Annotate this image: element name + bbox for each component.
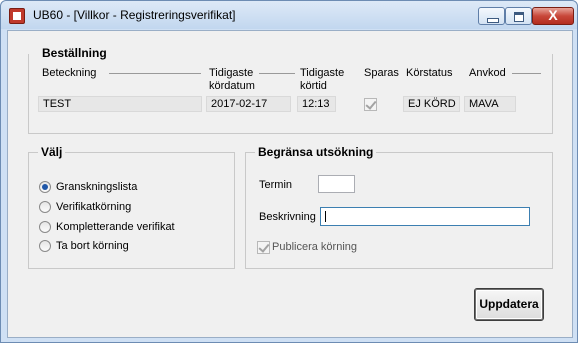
term-input[interactable]	[318, 175, 355, 193]
saved-checkbox	[364, 98, 377, 111]
radio-button[interactable]	[39, 181, 51, 193]
designation-field: TEST	[38, 96, 202, 112]
order-group-title: Beställning	[42, 46, 107, 60]
option-label: Kompletterande verifikat	[56, 221, 175, 233]
header-divider	[259, 73, 295, 74]
earliest-time-header-line2: körtid	[300, 80, 327, 92]
update-button[interactable]: Uppdatera	[474, 288, 544, 321]
user-code-header: Anvkod	[469, 67, 506, 79]
order-group: Beställning Beteckning Tidigaste kördatu…	[28, 47, 553, 134]
choose-group-title: Välj	[38, 145, 66, 159]
close-icon[interactable]: X	[532, 7, 574, 25]
designation-header: Beteckning	[42, 67, 97, 79]
earliest-time-field: 12:13	[297, 96, 336, 112]
maximize-icon[interactable]	[505, 7, 532, 25]
run-status-header: Körstatus	[406, 67, 453, 79]
close-glyph: X	[548, 7, 558, 23]
app-icon	[9, 8, 25, 24]
radio-button[interactable]	[39, 201, 51, 213]
client-area: Beställning Beteckning Tidigaste kördatu…	[7, 30, 573, 338]
radio-button[interactable]	[39, 240, 51, 252]
window-title: UB60 - [Villkor - Registreringsverifikat…	[33, 8, 236, 22]
limit-group-title: Begränsa utsökning	[255, 145, 377, 159]
earliest-date-field: 2017-02-17	[206, 96, 291, 112]
title-bar[interactable]: UB60 - [Villkor - Registreringsverifikat…	[1, 1, 577, 29]
earliest-date-header-line1: Tidigaste	[209, 67, 254, 79]
publish-label: Publicera körning	[272, 241, 357, 253]
header-divider	[512, 73, 541, 74]
term-label: Termin	[259, 179, 293, 191]
text-caret	[325, 211, 326, 222]
earliest-time-header-line1: Tidigaste	[300, 67, 345, 79]
option-label: Granskningslista	[56, 181, 138, 193]
application-window: UB60 - [Villkor - Registreringsverifikat…	[0, 0, 578, 343]
option-label: Verifikatkörning	[56, 201, 132, 213]
publish-checkbox	[257, 241, 270, 254]
run-status-field: EJ KÖRD	[403, 96, 460, 112]
user-code-field: MAVA	[464, 96, 516, 112]
minimize-icon[interactable]	[478, 7, 505, 25]
option-label: Ta bort körning	[56, 240, 129, 252]
description-input[interactable]	[320, 207, 530, 226]
earliest-date-header-line2: kördatum	[209, 80, 255, 92]
header-divider	[109, 73, 201, 74]
saved-header: Sparas	[364, 67, 399, 79]
radio-button[interactable]	[39, 221, 51, 233]
description-label: Beskrivning	[259, 211, 316, 223]
